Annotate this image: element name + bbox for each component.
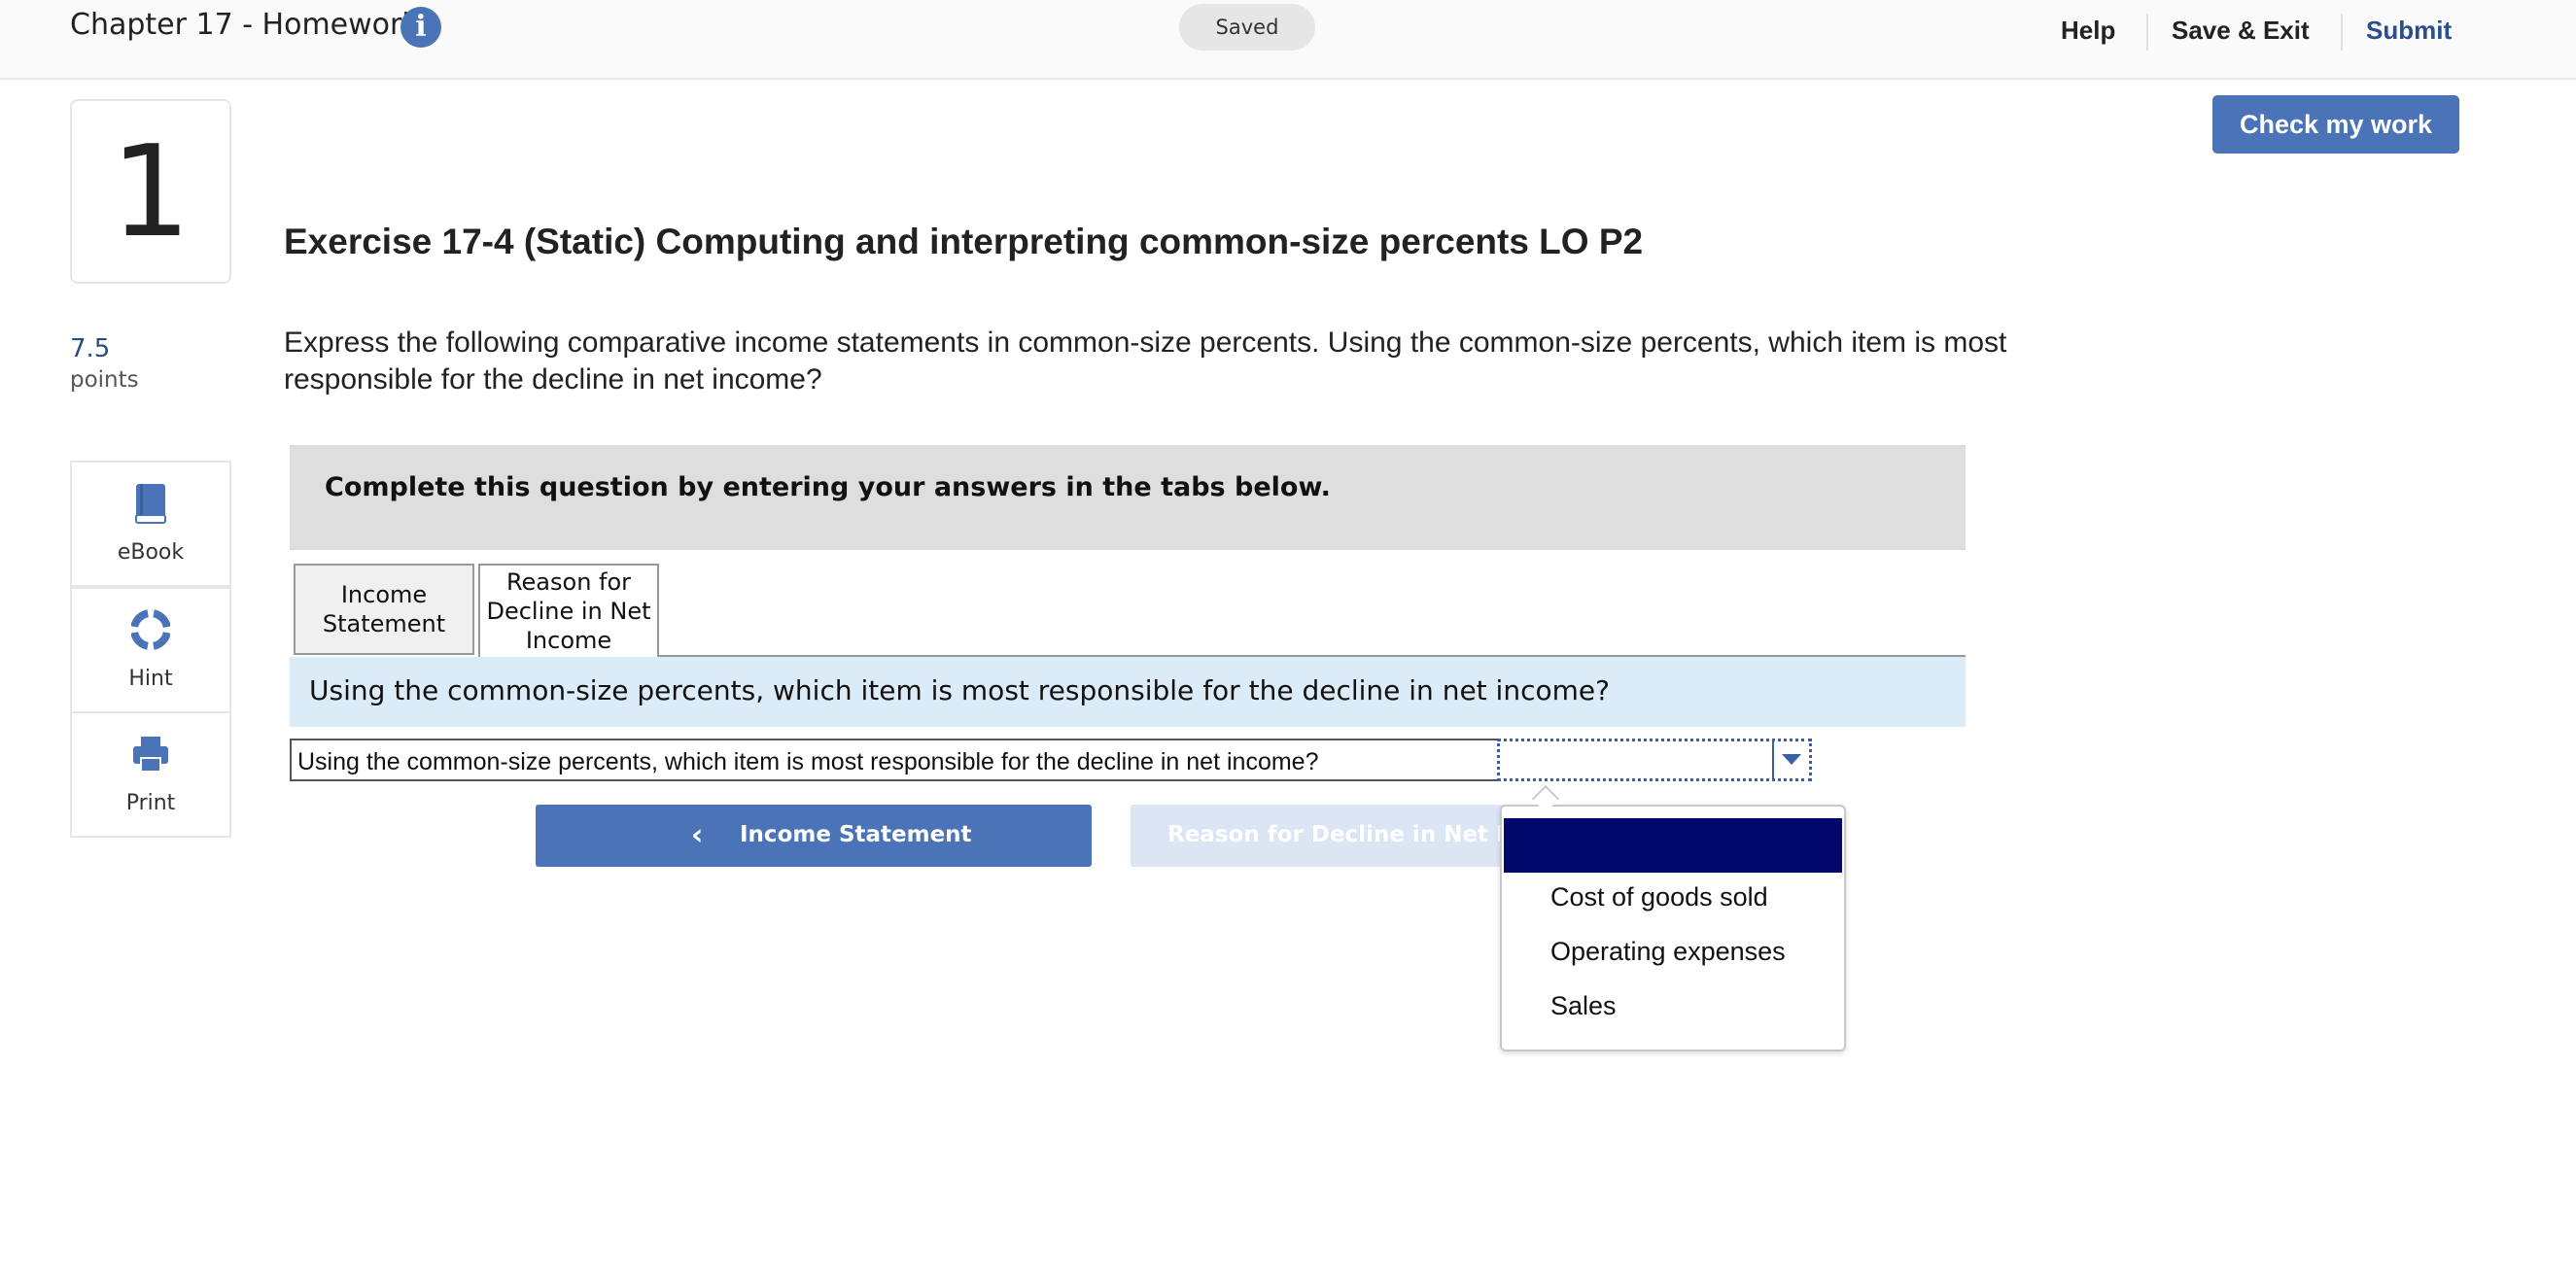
exercise-title: Exercise 17-4 (Static) Computing and int… — [284, 222, 1644, 261]
question-number: 1 — [70, 99, 231, 284]
save-exit-link[interactable]: Save & Exit — [2172, 16, 2310, 46]
question-instructions: Express the following comparative income… — [284, 327, 2007, 396]
tab-label: Reason for Decline in Net Income — [486, 568, 651, 654]
check-my-work-button[interactable]: Check my work — [2212, 95, 2459, 154]
answer-select[interactable] — [1497, 739, 1812, 781]
tool-label: eBook — [117, 540, 185, 565]
dropdown-option-blank[interactable] — [1504, 818, 1842, 873]
help-link[interactable]: Help — [2061, 16, 2115, 46]
tool-label: Print — [125, 791, 176, 815]
assignment-title: Chapter 17 - Homework — [70, 8, 419, 42]
chevron-left-icon: ‹ — [691, 818, 704, 852]
instruction-banner: Complete this question by entering your … — [290, 445, 1966, 550]
prev-tab-button[interactable]: ‹ Income Statement — [536, 805, 1092, 867]
submit-link[interactable]: Submit — [2366, 16, 2452, 46]
select-divider — [1772, 741, 1774, 778]
tool-label: Hint — [128, 667, 173, 691]
dropdown-option[interactable]: Operating expenses — [1550, 937, 1786, 967]
book-icon — [135, 484, 166, 524]
header-divider — [2146, 14, 2148, 51]
printer-icon — [133, 737, 168, 773]
tab-reason-for-decline[interactable]: Reason for Decline in Net Income — [478, 564, 659, 657]
print-button[interactable]: Print — [70, 711, 231, 838]
question-prompt: Using the common-size percents, which it… — [290, 657, 1966, 727]
banner-text: Complete this question by entering your … — [325, 472, 1331, 502]
dropdown-option[interactable]: Sales — [1550, 991, 1617, 1021]
prev-tab-label: Income Statement — [740, 822, 972, 847]
dropdown-option[interactable]: Cost of goods sold — [1550, 882, 1768, 912]
save-status-badge: Saved — [1179, 4, 1315, 51]
header-divider — [2341, 14, 2343, 51]
lifebuoy-icon — [131, 609, 170, 650]
chevron-down-icon[interactable] — [1782, 754, 1801, 765]
ebook-button[interactable]: eBook — [70, 461, 231, 587]
tab-label: Income Statement — [322, 581, 446, 637]
info-icon[interactable]: i — [400, 7, 441, 48]
points-label: points — [70, 367, 139, 393]
hint-button[interactable]: Hint — [70, 587, 231, 713]
dropdown-menu: Cost of goods sold Operating expenses Sa… — [1500, 805, 1846, 1051]
prompt-text: Using the common-size percents, which it… — [309, 674, 1610, 706]
answer-row: Using the common-size percents, which it… — [290, 739, 1812, 781]
top-bar: Chapter 17 - Homework i Saved Help Save … — [0, 0, 2576, 80]
points-value: 7.5 — [70, 334, 111, 363]
answer-label: Using the common-size percents, which it… — [297, 748, 1319, 775]
tab-income-statement[interactable]: Income Statement — [294, 564, 474, 655]
